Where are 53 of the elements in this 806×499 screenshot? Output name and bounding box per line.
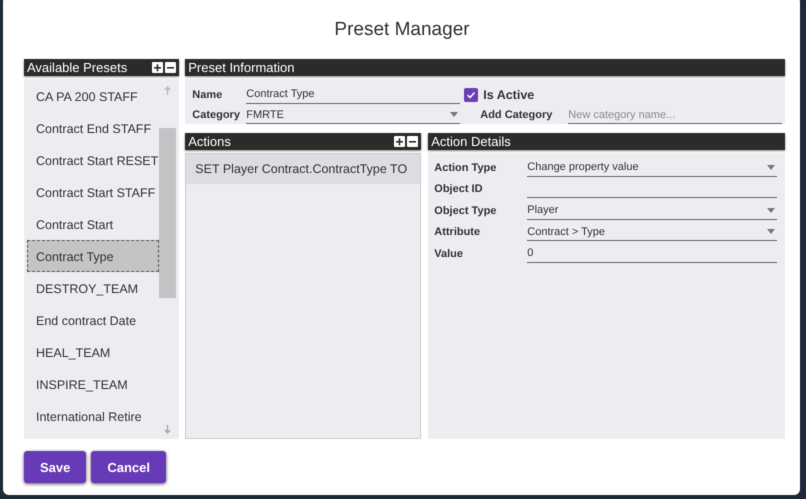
preset-item[interactable]: Contract End STAFF [27,112,160,144]
field-label: Add Category [479,109,554,123]
field-label: Object Type [434,204,498,218]
dropdown-caret-icon [767,164,776,170]
panel-title: Actions [188,133,232,150]
dropdown-value: FMRTE [246,108,284,120]
remove-button[interactable] [165,62,176,73]
input-field[interactable]: Contract Type [246,86,460,104]
arrow-down-icon [162,424,174,435]
dropdown-caret-icon [767,208,776,212]
input-field[interactable]: 0 [527,244,778,262]
input-field[interactable]: New category name... [568,106,782,124]
field-label: Value [434,248,464,262]
remove-button[interactable] [407,136,418,147]
dropdown-value: Player [527,204,558,216]
preset-item[interactable]: DESTROY_TEAM [27,272,160,304]
preset-item[interactable]: Contract Start RESET [27,144,160,176]
dropdown-value: Change property value [527,161,639,173]
cancel-button[interactable]: Cancel [91,451,166,483]
preset-item[interactable]: HEAL_TEAM [27,336,160,368]
checkbox-label: Is Active [483,88,534,102]
dropdown-field[interactable]: Player [527,202,778,220]
dropdown-field[interactable]: Change property value [527,158,778,176]
panel-title: Action Details [431,133,512,150]
panel-title: Preset Information [188,59,296,76]
action-item[interactable]: SET Player Contract.ContractType TO [186,154,420,184]
field-label: Name [192,88,224,102]
window-title: Preset Manager [333,19,471,42]
field-label: Attribute [434,226,482,240]
add-button[interactable] [394,136,406,147]
preset-item[interactable]: Contract Start STAFF [27,176,160,208]
checkmark-icon [466,90,476,100]
preset-item[interactable]: Contract Start [27,208,160,240]
save-button[interactable]: Save [24,451,86,483]
preset-item[interactable]: INSPIRE_TEAM [27,368,160,400]
dropdown-value: Contract > Type [527,226,606,238]
dropdown-field[interactable]: FMRTE [246,106,460,124]
field-label: Category [192,109,241,123]
plus-icon [153,63,162,72]
preset-item[interactable]: International Retire [27,400,160,432]
preset-item[interactable]: End contract Date [27,304,160,336]
preset-item[interactable]: Contract Type [27,240,160,272]
dropdown-caret-icon [767,229,776,234]
field-label: Action Type [434,162,498,176]
plus-icon [395,137,404,146]
add-button[interactable] [152,62,164,73]
dropdown-field[interactable]: Contract > Type [527,223,778,241]
preset-item[interactable]: CA PA 200 STAFF [27,80,160,112]
arrow-up-icon [162,85,174,96]
panel-title: Available Presets [27,59,128,76]
field-label: Object ID [434,183,484,197]
checkbox[interactable] [464,88,478,102]
dropdown-caret-icon [450,112,458,117]
